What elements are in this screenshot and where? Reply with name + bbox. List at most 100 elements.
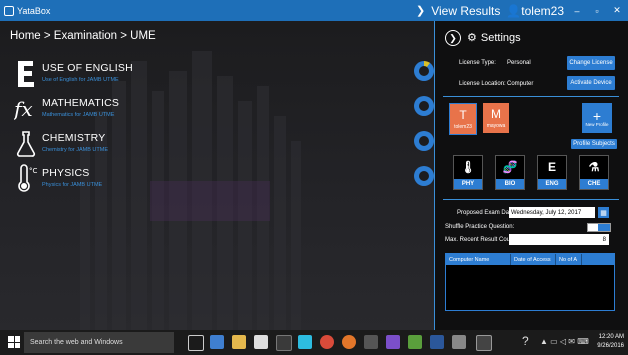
view-results-icon[interactable]: ❯ — [416, 4, 425, 17]
profile-name: mayowa — [486, 123, 506, 129]
settings-title: ⚙ Settings — [467, 31, 521, 45]
maximize-button[interactable]: ▫ — [590, 6, 604, 16]
exam-date-label: Proposed Exam Date: — [457, 210, 516, 216]
settings-title-text: Settings — [480, 31, 521, 44]
title-bar: YataBox ❯ View Results 👤tolem23 – ▫ ✕ — [0, 0, 628, 21]
subject-name: USE OF ENGLISH — [42, 62, 133, 74]
app-title: YataBox — [4, 5, 51, 16]
subject-tile-eng[interactable]: E ENG — [537, 155, 567, 190]
subject-name: CHEMISTRY — [42, 132, 106, 144]
progress-icon — [414, 131, 434, 151]
profile-subjects-button[interactable]: Profile Subjects — [571, 139, 617, 149]
table-header: Computer Name Date of Access No of A — [446, 254, 614, 265]
column-header[interactable]: Computer Name — [446, 254, 511, 265]
shuffle-toggle[interactable] — [587, 223, 611, 232]
profile-name: tolem23 — [454, 124, 472, 130]
letter-e-icon: E — [547, 160, 556, 174]
visual-studio-icon[interactable] — [386, 335, 400, 349]
clock-date: 9/26/2016 — [597, 343, 624, 349]
clock[interactable]: 12:20 AM 9/26/2016 — [597, 333, 624, 351]
close-button[interactable]: ✕ — [610, 5, 624, 16]
exam-date-field[interactable]: Wednesday, July 12, 2017 — [509, 207, 595, 218]
subject-physics[interactable]: °C PHYSICS Physics for JAMB UTME 0 — [14, 164, 434, 194]
subject-code: CHE — [580, 179, 608, 189]
taskbar-search[interactable]: Search the web and Windows — [24, 332, 174, 353]
app-icon[interactable] — [408, 335, 422, 349]
profile-tile-mayowa[interactable]: M mayowa — [483, 103, 509, 133]
progress-icon — [414, 61, 434, 81]
store-icon[interactable] — [254, 335, 268, 349]
subject-name: PHYSICS — [42, 167, 90, 179]
subject-mathematics[interactable]: fx MATHEMATICS Mathematics for JAMB UTME… — [14, 94, 434, 124]
letter-e-icon — [18, 61, 34, 87]
subject-desc: Chemistry for JAMB UTME — [42, 147, 109, 153]
license-type-value: Personal — [507, 60, 531, 66]
license-type-label: License Type: — [459, 60, 496, 66]
profile-letter: T — [459, 108, 467, 122]
app-title-text: YataBox — [17, 5, 51, 16]
user-menu[interactable]: 👤tolem23 — [506, 4, 564, 18]
subject-desc: Use of English for JAMB UTME — [42, 77, 119, 83]
new-profile-button[interactable]: + New Profile — [582, 103, 612, 133]
profile-letter: M — [491, 107, 501, 121]
subject-chemistry[interactable]: CHEMISTRY Chemistry for JAMB UTME 0 — [14, 129, 434, 159]
svg-text:°C: °C — [29, 167, 38, 175]
subject-tile-phy[interactable]: 🌡 PHY — [453, 155, 483, 190]
user-icon: 👤 — [506, 3, 522, 18]
skype-icon[interactable] — [298, 335, 312, 349]
plus-icon: + — [592, 107, 602, 124]
profile-tile-tolem23[interactable]: T tolem23 — [449, 103, 477, 135]
dna-icon: 🧬 — [502, 160, 518, 174]
calendar-icon[interactable]: ▦ — [598, 207, 609, 218]
flask-icon — [16, 131, 36, 157]
system-tray-icons[interactable]: ▲ ▭ ◁ ✉ ⌨ — [540, 337, 589, 346]
user-name: tolem23 — [521, 3, 564, 18]
edge-icon[interactable] — [210, 335, 224, 349]
shuffle-label: Shuffle Practice Question: — [445, 224, 515, 230]
task-view-icon[interactable] — [188, 335, 204, 351]
main-panel: Home > Examination > UME USE OF ENGLISH … — [0, 21, 434, 330]
subject-desc: Mathematics for JAMB UTME — [42, 112, 115, 118]
access-table: Computer Name Date of Access No of A — [445, 253, 615, 311]
change-license-button[interactable]: Change License — [567, 56, 615, 70]
breadcrumb: Home > Examination > UME — [10, 30, 156, 42]
activate-device-button[interactable]: Activate Device — [567, 76, 615, 90]
new-profile-label: New Profile — [585, 121, 609, 127]
app-icon[interactable] — [276, 335, 292, 351]
app-icon[interactable] — [452, 335, 466, 349]
app-icon — [4, 5, 14, 16]
settings-panel: ❯ ⚙ Settings License Type: Personal Chang… — [434, 21, 628, 330]
folder-icon[interactable] — [232, 335, 246, 349]
subject-code: PHY — [454, 179, 482, 189]
subject-code: ENG — [538, 179, 566, 189]
windows-start-icon[interactable] — [8, 336, 20, 348]
yatabox-taskbar-icon[interactable] — [476, 335, 492, 351]
divider — [443, 96, 619, 97]
subject-tile-che[interactable]: ⚗ CHE — [579, 155, 609, 190]
function-icon: fx — [14, 97, 33, 121]
column-header[interactable]: Date of Access — [511, 254, 556, 265]
minimize-button[interactable]: – — [570, 6, 584, 16]
app-icon[interactable] — [364, 335, 378, 349]
divider — [443, 199, 619, 200]
firefox-icon[interactable] — [342, 335, 356, 349]
taskbar: Search the web and Windows ? ▲ ▭ ◁ ✉ ⌨ 1… — [0, 330, 628, 355]
progress-icon — [414, 96, 434, 116]
word-icon[interactable] — [430, 335, 444, 349]
max-recent-field[interactable]: 8 — [509, 234, 609, 245]
back-arrow-icon[interactable]: ❯ — [445, 30, 461, 46]
flask-icon: ⚗ — [588, 160, 600, 174]
view-results-link[interactable]: View Results — [431, 4, 500, 18]
gear-icon: ⚙ — [467, 32, 477, 44]
max-recent-label: Max. Recent Result Count: — [445, 237, 517, 243]
thermometer-icon: 🌡 — [460, 160, 476, 174]
subject-desc: Physics for JAMB UTME — [42, 182, 103, 188]
subject-tile-bio[interactable]: 🧬 BIO — [495, 155, 525, 190]
license-location-label: License Location: — [459, 81, 506, 87]
svg-text:fx: fx — [14, 97, 33, 121]
subject-english[interactable]: USE OF ENGLISH Use of English for JAMB U… — [14, 59, 434, 89]
help-icon[interactable]: ? — [522, 334, 529, 348]
column-header[interactable]: No of A — [556, 254, 582, 265]
license-location-value: Computer — [507, 81, 534, 87]
chrome-icon[interactable] — [320, 335, 334, 349]
